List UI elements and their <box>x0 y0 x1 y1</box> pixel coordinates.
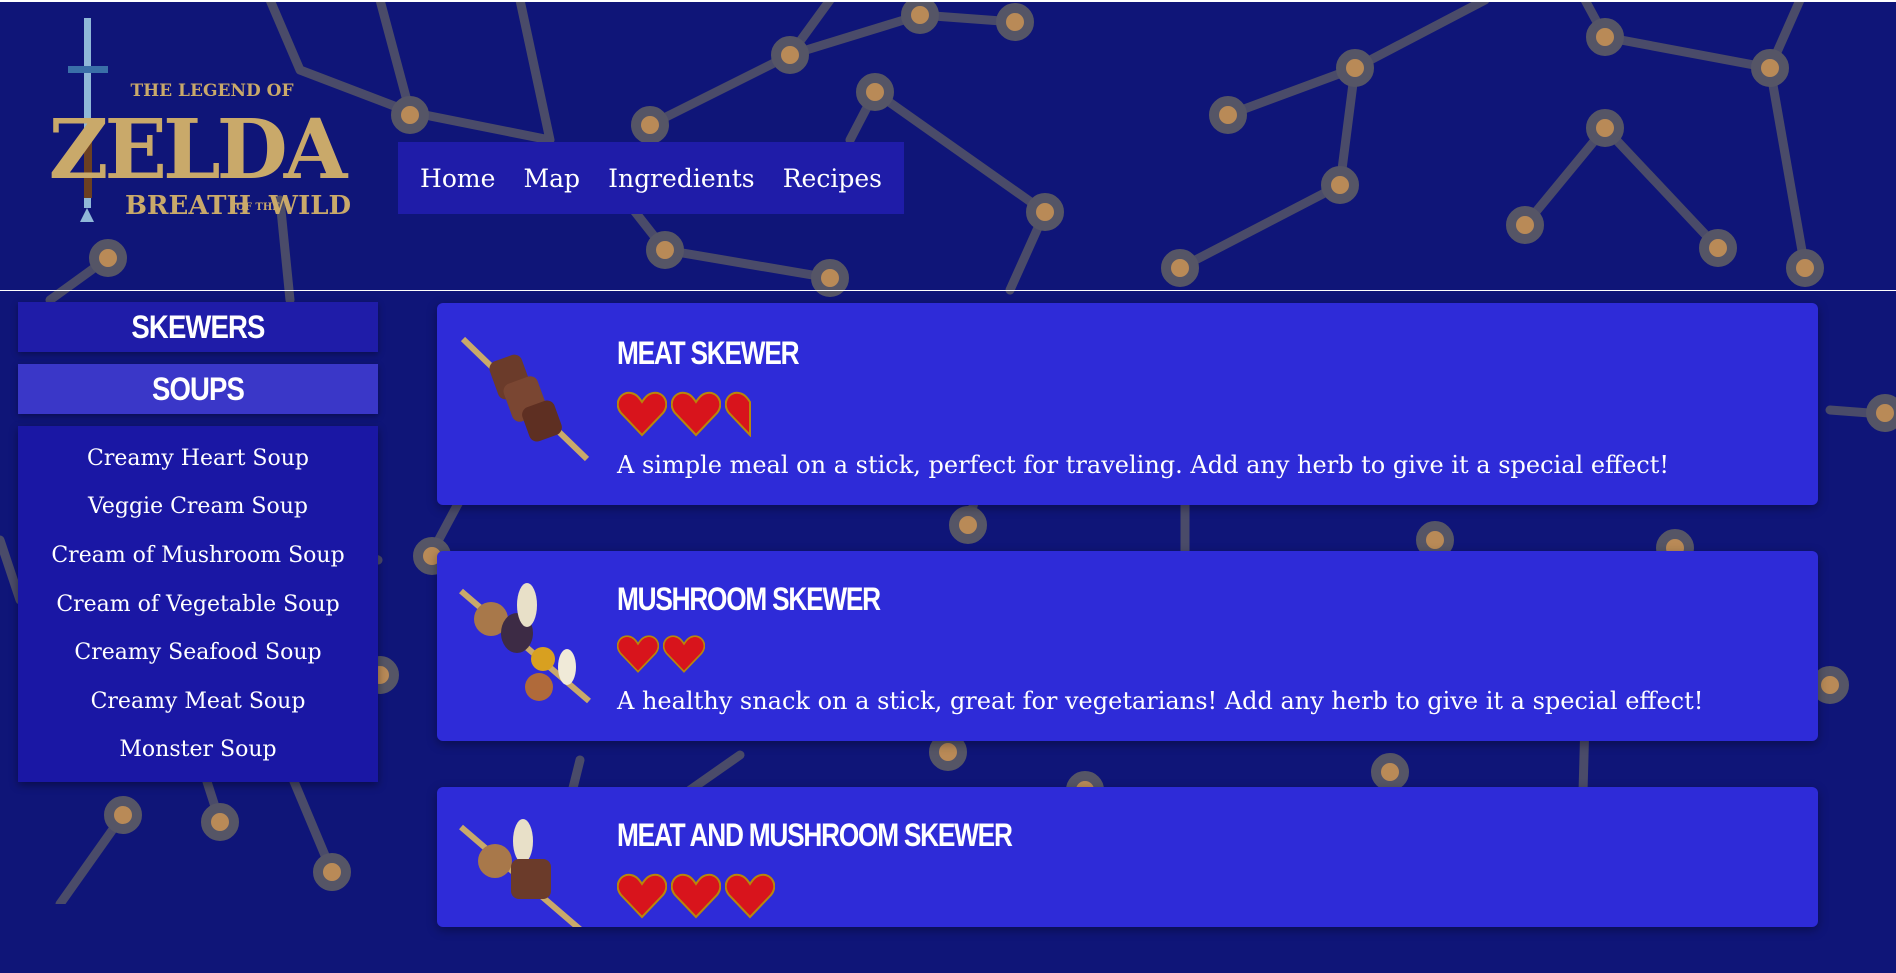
meat-and-mushroom-skewer-image <box>459 819 582 927</box>
heart-rating <box>617 873 775 919</box>
heart-rating <box>617 634 705 674</box>
list-item[interactable]: Creamy Seafood Soup <box>18 628 378 677</box>
heart-icon <box>617 635 659 673</box>
recipe-title: MEAT SKEWER <box>617 335 800 371</box>
category-sidebar: SKEWERS SOUPS Creamy Heart Soup Veggie C… <box>18 302 378 783</box>
recipe-card-mushroom-skewer[interactable]: MUSHROOM SKEWER A healthy snack on a sti… <box>437 551 1818 741</box>
nav-ingredients[interactable]: Ingredients <box>598 158 765 199</box>
category-soups-label: SOUPS <box>151 370 245 407</box>
recipe-description: A simple meal on a stick, perfect for tr… <box>617 451 1670 479</box>
heart-icon <box>617 391 667 437</box>
list-item[interactable]: Veggie Cream Soup <box>18 483 378 532</box>
meat-skewer-image <box>460 336 590 462</box>
svg-text:ZELDA: ZELDA <box>49 102 349 198</box>
heart-icon <box>725 873 775 919</box>
recipe-list: MEAT SKEWER A simple meal on a stick, pe… <box>437 303 1818 973</box>
recipe-description: A healthy snack on a stick, great for ve… <box>617 687 1704 715</box>
nav-map[interactable]: Map <box>514 158 591 199</box>
heart-icon <box>725 391 751 437</box>
category-skewers-label: SKEWERS <box>131 308 265 345</box>
recipe-card-meat-skewer[interactable]: MEAT SKEWER A simple meal on a stick, pe… <box>437 303 1818 505</box>
recipe-title: MUSHROOM SKEWER <box>617 581 881 617</box>
category-soups[interactable]: SOUPS <box>18 364 378 414</box>
list-item[interactable]: Creamy Heart Soup <box>18 434 378 483</box>
svg-text:BREATH: BREATH <box>125 191 251 221</box>
list-item[interactable]: Cream of Mushroom Soup <box>18 531 378 580</box>
soup-list: Creamy Heart Soup Veggie Cream Soup Crea… <box>18 426 378 783</box>
recipe-title: MEAT AND MUSHROOM SKEWER <box>617 817 1013 853</box>
nav-recipes[interactable]: Recipes <box>773 158 892 199</box>
recipe-card-meat-and-mushroom-skewer[interactable]: MEAT AND MUSHROOM SKEWER <box>437 787 1818 927</box>
list-item[interactable]: Cream of Vegetable Soup <box>18 580 378 629</box>
heart-icon <box>671 391 721 437</box>
list-item[interactable]: Monster Soup <box>18 726 378 775</box>
heart-icon <box>663 635 705 673</box>
svg-text:THE LEGEND OF: THE LEGEND OF <box>130 81 293 101</box>
list-item[interactable]: Creamy Meat Soup <box>18 677 378 726</box>
main-nav: Home Map Ingredients Recipes <box>398 142 904 214</box>
nav-home[interactable]: Home <box>410 158 505 199</box>
site-header: THE LEGEND OF ZELDA BREATH OF THE WILD H… <box>0 2 1896 291</box>
heart-icon <box>671 873 721 919</box>
zelda-logo[interactable]: THE LEGEND OF ZELDA BREATH OF THE WILD <box>30 8 350 258</box>
mushroom-skewer-image <box>459 583 591 704</box>
category-skewers[interactable]: SKEWERS <box>18 302 378 352</box>
svg-text:WILD: WILD <box>268 191 350 221</box>
heart-icon <box>617 873 667 919</box>
heart-rating <box>617 391 751 437</box>
